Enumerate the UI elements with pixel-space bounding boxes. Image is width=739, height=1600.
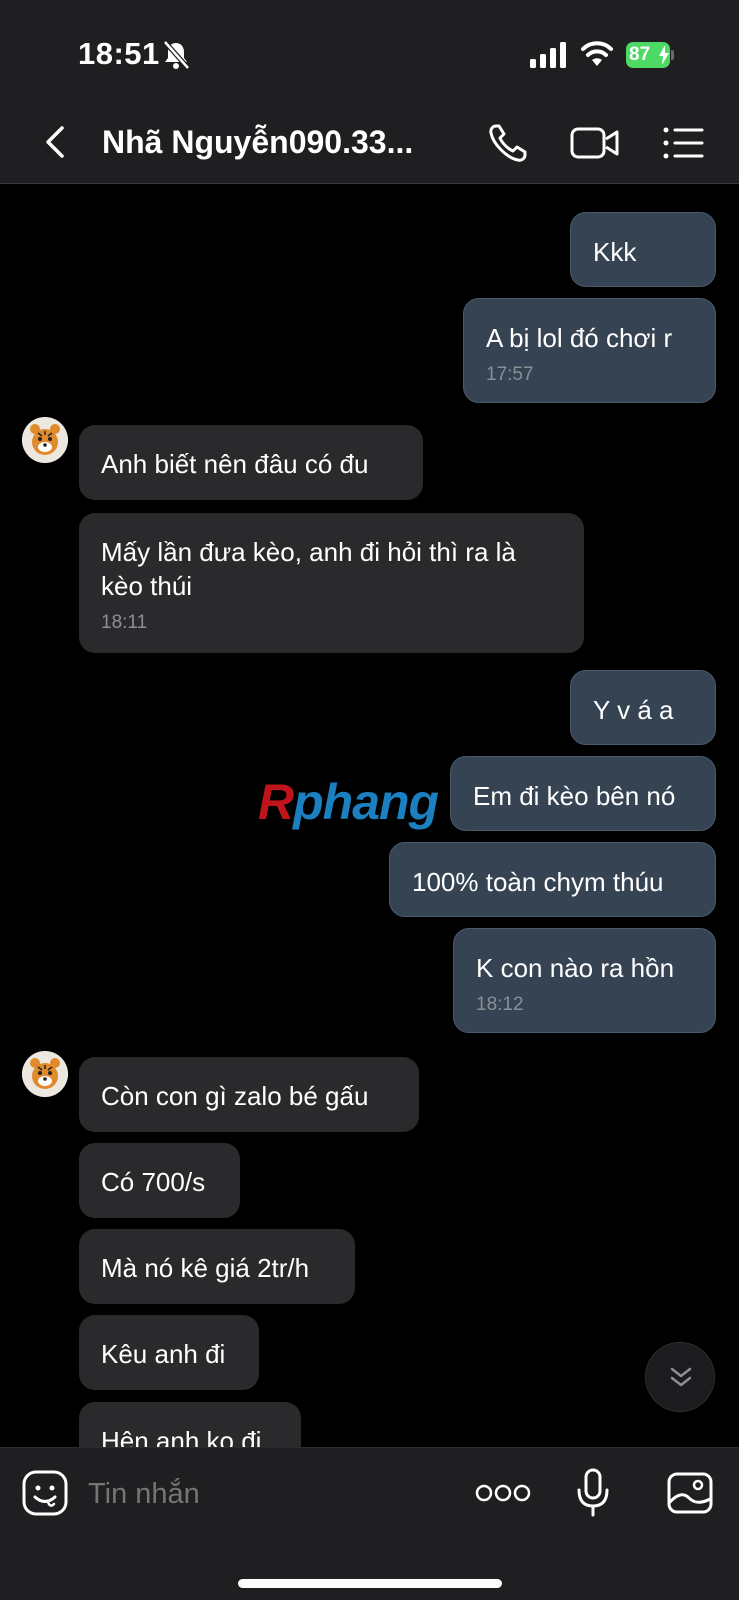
- message-bubble-incoming[interactable]: Còn con gì zalo bé gấu: [79, 1057, 419, 1132]
- message-bubble-incoming[interactable]: Có 700/s: [79, 1143, 240, 1218]
- more-options-icon[interactable]: [475, 1480, 531, 1506]
- message-text: Y v á a: [593, 695, 674, 725]
- menu-list-icon[interactable]: [662, 126, 704, 160]
- message-text: Kkk: [593, 237, 637, 267]
- status-time: 18:51: [78, 36, 160, 71]
- contact-name[interactable]: Nhã Nguyễn090.33...: [102, 124, 432, 161]
- message-composer: [0, 1447, 739, 1600]
- message-text: Mà nó kê giá 2tr/h: [101, 1253, 310, 1283]
- chat-header: Nhã Nguyễn090.33...: [0, 104, 739, 184]
- message-bubble-incoming[interactable]: Hên anh ko đi: [79, 1402, 301, 1447]
- message-text: Kêu anh đi: [101, 1339, 226, 1369]
- message-time: 18:11: [101, 612, 148, 633]
- message-bubble-incoming[interactable]: Anh biết nên đâu có đu: [79, 425, 423, 500]
- message-input[interactable]: [88, 1474, 448, 1514]
- battery-indicator: 87: [626, 42, 674, 68]
- message-text: Anh biết nên đâu có đu: [101, 449, 369, 479]
- watermark-logo: Rphang: [258, 773, 439, 831]
- watermark-text: phang: [293, 774, 439, 830]
- battery-level: 87: [629, 44, 651, 65]
- sticker-emoji-icon[interactable]: [22, 1470, 68, 1516]
- video-call-icon[interactable]: [570, 124, 620, 162]
- watermark-letter: R: [258, 774, 294, 830]
- message-time: 18:12: [476, 994, 524, 1015]
- back-icon[interactable]: [40, 122, 70, 162]
- scroll-to-bottom-button[interactable]: [645, 1342, 715, 1412]
- wifi-icon: [581, 41, 613, 66]
- message-bubble-outgoing[interactable]: Kkk: [570, 212, 716, 287]
- home-indicator[interactable]: [238, 1579, 502, 1588]
- microphone-icon[interactable]: [576, 1468, 610, 1518]
- message-bubble-outgoing[interactable]: 100% toàn chym thúu: [389, 842, 716, 917]
- message-text: A bị lol đó chơi r: [486, 323, 673, 353]
- message-list[interactable]: Kkk A bị lol đó chơi r 17:57 Anh biết nê…: [0, 185, 739, 1447]
- double-chevron-down-icon: [670, 1367, 692, 1387]
- message-bubble-incoming[interactable]: Mấy lần đưa kèo, anh đi hỏi thì ra là kè…: [79, 513, 584, 653]
- message-text: Em đi kèo bên nó: [473, 781, 676, 811]
- message-time: 17:57: [486, 364, 534, 385]
- message-text: Có 700/s: [101, 1167, 206, 1197]
- battery-cap: [671, 50, 674, 60]
- phone-call-icon[interactable]: [487, 122, 529, 164]
- cellular-signal-icon: [530, 42, 566, 68]
- message-text: Hên anh ko đi: [101, 1426, 262, 1447]
- message-bubble-incoming[interactable]: Kêu anh đi: [79, 1315, 259, 1390]
- message-text: Còn con gì zalo bé gấu: [101, 1081, 369, 1111]
- image-gallery-icon[interactable]: [667, 1472, 713, 1514]
- message-bubble-outgoing[interactable]: A bị lol đó chơi r 17:57: [463, 298, 716, 403]
- message-bubble-outgoing[interactable]: K con nào ra hồn 18:12: [453, 928, 716, 1033]
- message-text: Mấy lần đưa kèo, anh đi hỏi thì ra là kè…: [101, 537, 516, 601]
- tiger-avatar-icon: [22, 417, 68, 463]
- message-bubble-outgoing[interactable]: Y v á a: [570, 670, 716, 745]
- contact-avatar[interactable]: [22, 417, 68, 463]
- message-text: K con nào ra hồn: [476, 953, 675, 983]
- message-bubble-incoming[interactable]: Mà nó kê giá 2tr/h: [79, 1229, 355, 1304]
- contact-avatar[interactable]: [22, 1051, 68, 1097]
- message-text: 100% toàn chym thúu: [412, 867, 664, 897]
- status-bar: 18:51 87: [0, 0, 739, 104]
- bell-muted-icon: [163, 40, 190, 70]
- tiger-avatar-icon: [22, 1051, 68, 1097]
- charging-bolt-icon: [659, 45, 669, 65]
- message-bubble-outgoing[interactable]: Em đi kèo bên nó: [450, 756, 716, 831]
